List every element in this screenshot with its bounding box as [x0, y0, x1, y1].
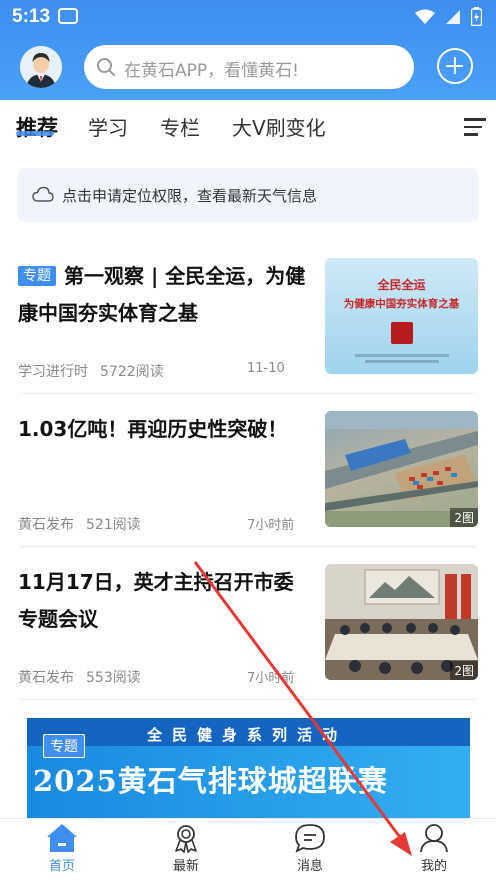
image-count-badge: 2图	[450, 661, 478, 680]
channel-tabs: 推荐 学习 专栏 大V刷变化	[0, 100, 496, 152]
news-item[interactable]: 1.03亿吨！再迎历史性突破！ 黄石发布 521阅读 7小时前 2图	[18, 411, 478, 541]
nav-label: 我的	[420, 859, 447, 874]
topic-tag: 专题	[43, 734, 85, 758]
profile-icon	[420, 824, 448, 853]
news-source: 黄石发布	[18, 670, 74, 686]
user-avatar-icon	[20, 46, 62, 88]
news-reads: 521阅读	[86, 517, 141, 533]
message-icon	[295, 824, 325, 853]
news-time: 7小时前	[247, 518, 295, 533]
promo-banner[interactable]: 全民健身系列活动 专题 2025黄石气排球城超联赛	[27, 718, 470, 818]
banner-subtitle: 全民健身系列活动	[147, 726, 348, 744]
search-input[interactable]: 在黄石APP，看懂黄石!	[124, 56, 299, 81]
search-bar[interactable]: 在黄石APP，看懂黄石!	[84, 45, 414, 89]
divider	[18, 546, 478, 547]
news-time: 7小时前	[247, 671, 295, 686]
cloud-icon	[32, 186, 54, 202]
divider	[18, 699, 478, 700]
weather-text: 点击申请定位权限，查看最新天气信息	[62, 187, 318, 205]
news-title[interactable]: 11月17日，英才主持召开市委专题会议	[18, 564, 308, 638]
app-header: 5:13 在黄石APP，看懂黄石!	[0, 0, 496, 100]
avatar[interactable]	[20, 46, 62, 88]
news-meta: 学习进行时 5722阅读	[18, 361, 164, 381]
signal-icon	[446, 9, 460, 24]
nav-messages[interactable]: 消息	[270, 823, 350, 874]
divider	[18, 393, 478, 394]
channel-menu-icon[interactable]	[464, 118, 486, 141]
thumb-fine-print	[355, 354, 449, 357]
home-icon	[47, 824, 77, 852]
news-meta: 黄石发布 553阅读	[18, 667, 141, 687]
news-thumbnail[interactable]: 2图	[325, 411, 478, 527]
latest-icon	[175, 825, 197, 853]
active-tab-indicator	[16, 131, 54, 136]
news-thumbnail[interactable]: 2图	[325, 564, 478, 680]
bottom-nav: 首页 最新 消息 我的	[0, 818, 496, 882]
wifi-icon	[415, 9, 435, 24]
image-count-badge: 2图	[450, 508, 478, 527]
news-reads: 553阅读	[86, 670, 141, 686]
news-thumbnail[interactable]: 全民全运 为健康中国夯实体育之基	[325, 258, 478, 374]
news-title[interactable]: 专题 第一观察 | 全民全运，为健康中国夯实体育之基	[18, 258, 308, 332]
news-item[interactable]: 专题 第一观察 | 全民全运，为健康中国夯实体育之基 学习进行时 5722阅读 11…	[18, 258, 478, 388]
banner-title: 2025黄石气排球城超联赛	[33, 764, 388, 798]
tab-recommend[interactable]: 推荐	[16, 112, 58, 142]
battery-icon	[471, 7, 482, 26]
news-item[interactable]: 11月17日，英才主持召开市委专题会议 黄石发布 553阅读 7小时前 2图	[18, 564, 478, 694]
status-bar: 5:13	[0, 0, 496, 34]
news-title[interactable]: 1.03亿吨！再迎历史性突破！	[18, 411, 308, 448]
tab-column[interactable]: 专栏	[160, 112, 200, 141]
nav-home[interactable]: 首页	[22, 823, 102, 874]
tab-study[interactable]: 学习	[88, 112, 128, 141]
nav-label: 消息	[296, 859, 323, 874]
weather-banner[interactable]: 点击申请定位权限，查看最新天气信息	[18, 168, 478, 222]
nav-profile[interactable]: 我的	[394, 823, 474, 874]
news-time: 11-10	[247, 361, 285, 376]
nav-label: 最新	[172, 859, 199, 874]
thumb-caption-2: 为健康中国夯实体育之基	[343, 298, 460, 310]
add-button[interactable]	[437, 48, 473, 84]
nav-latest[interactable]: 最新	[146, 823, 226, 874]
status-icons	[415, 7, 482, 26]
thumb-fine-print	[365, 360, 439, 363]
news-source: 黄石发布	[18, 517, 74, 533]
status-time: 5:13	[12, 6, 51, 27]
news-reads: 5722阅读	[100, 364, 164, 380]
news-meta: 黄石发布 521阅读	[18, 514, 141, 534]
topic-tag: 专题	[18, 266, 56, 286]
thumb-caption-1: 全民全运	[377, 278, 426, 292]
app-notification-icon	[58, 8, 78, 24]
search-icon	[97, 58, 115, 76]
seal-icon	[391, 322, 413, 344]
news-source: 学习进行时	[18, 364, 88, 380]
nav-label: 首页	[48, 859, 75, 874]
tab-big-v[interactable]: 大V刷变化	[232, 112, 326, 141]
